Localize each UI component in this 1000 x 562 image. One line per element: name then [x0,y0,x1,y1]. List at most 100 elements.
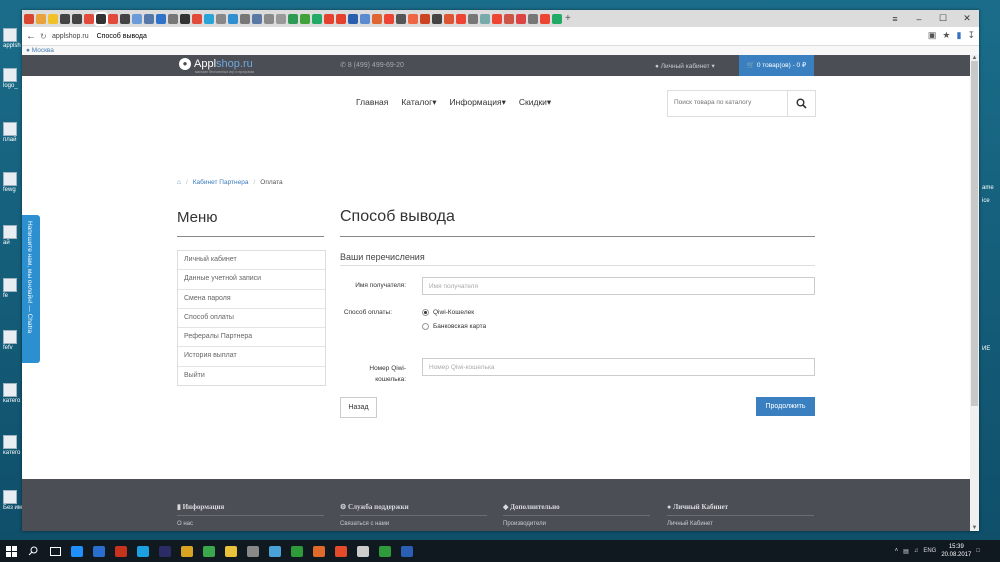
taskbar-app-button[interactable] [154,540,176,562]
wallet-input[interactable]: Номер Qiwi-кошелька [422,358,815,376]
browser-tab-favicon[interactable] [516,13,526,24]
menu-item-account-data[interactable]: Данные учетной записи [178,270,325,290]
geo-label[interactable]: Москва [32,47,54,54]
home-icon[interactable]: ⌂ [177,179,181,186]
desktop-icon[interactable]: ай [3,225,23,247]
taskbar-app-button[interactable] [66,540,88,562]
taskbar-app-button[interactable] [308,540,330,562]
nav-discounts[interactable]: Скидки▾ [519,97,551,108]
taskbar-app-button[interactable] [352,540,374,562]
browser-tab-favicon[interactable] [300,13,310,24]
browser-tab-favicon[interactable] [108,13,118,24]
radio-button[interactable] [422,323,429,330]
taskbar-app-button[interactable] [176,540,198,562]
nav-home[interactable]: Главная [356,97,388,108]
browser-tab-favicon[interactable] [228,13,238,24]
recipient-input[interactable]: Имя получателя [422,277,815,295]
back-button[interactable]: Назад [340,397,377,418]
menu-item-payout-history[interactable]: История выплат [178,347,325,367]
close-button[interactable]: ✕ [955,10,979,27]
browser-tab-favicon[interactable] [396,13,406,24]
browser-tab-favicon[interactable] [240,13,250,24]
browser-tab-favicon[interactable] [84,13,94,24]
taskbar-app-button[interactable] [330,540,352,562]
minimize-button[interactable]: – [907,10,931,27]
desktop-icon[interactable]: fefv [3,330,23,352]
radio-qiwi[interactable]: Qiwi-Кошелек [422,309,474,316]
browser-tab-favicon[interactable] [180,13,190,24]
browser-tab-favicon[interactable] [132,13,142,24]
desktop-icon[interactable]: logo_ [3,68,23,90]
footer-link[interactable]: О нас [177,521,324,527]
browser-tab-favicon[interactable] [504,13,514,24]
bookmark-star-icon[interactable]: ★ [942,30,950,41]
browser-tab-favicon[interactable] [276,13,286,24]
scroll-down-arrow-icon[interactable]: ▼ [971,525,978,531]
browser-tab-favicon[interactable] [480,13,490,24]
menu-item-change-password[interactable]: Смена пароля [178,290,325,309]
search-button[interactable] [787,91,815,116]
radio-bank-card[interactable]: Банковская карта [422,323,486,330]
network-icon[interactable]: ▤ [903,548,909,555]
browser-tab-favicon[interactable] [216,13,226,24]
url-page-title[interactable]: Способ вывода [97,33,147,40]
browser-tab-favicon[interactable] [48,13,58,24]
browser-tab-favicon[interactable] [24,13,34,24]
browser-tab-favicon[interactable] [492,13,502,24]
footer-link[interactable]: Производители [503,521,650,527]
account-menu[interactable]: ● Личный кабинет ▾ [655,62,715,70]
menu-item-payment-method[interactable]: Способ оплаты [178,309,325,329]
browser-tab-favicon[interactable] [540,13,550,24]
page-icon[interactable]: ▣ [928,30,937,41]
nav-info[interactable]: Информация▾ [450,97,506,108]
chat-widget[interactable]: Напишите нам, мы онлайн! — Chatra [22,215,40,363]
menu-item-account[interactable]: Личный кабинет [178,251,325,271]
browser-tab-favicon[interactable] [94,11,108,26]
browser-tab-favicon[interactable] [456,13,466,24]
browser-tab-favicon[interactable] [384,13,394,24]
url-domain[interactable]: applshop.ru [52,33,89,40]
taskbar-app-button[interactable] [220,540,242,562]
breadcrumb-partner[interactable]: Кабинет Партнера [193,179,249,186]
browser-tab-favicon[interactable] [420,13,430,24]
browser-tab-favicon[interactable] [408,13,418,24]
taskbar-app-button[interactable] [88,540,110,562]
search-input[interactable] [668,91,790,114]
scrollbar[interactable]: ▲ ▼ [970,55,979,531]
menu-item-logout[interactable]: Выйти [178,367,325,385]
browser-tab-favicon[interactable] [432,13,442,24]
maximize-button[interactable]: ☐ [931,10,955,27]
browser-tab-favicon[interactable] [312,13,322,24]
browser-tab-favicon[interactable] [36,13,46,24]
volume-icon[interactable]: ♫ [914,548,919,554]
footer-link[interactable]: Связаться с нами [340,521,487,527]
desktop-icon[interactable]: applsh [3,28,23,50]
browser-tab-favicon[interactable] [72,13,82,24]
start-button[interactable] [0,540,22,562]
browser-tab-favicon[interactable] [528,13,538,24]
desktop-icon[interactable]: fewg [3,172,23,194]
phone-number[interactable]: ✆ 8 (499) 499-69-20 [340,61,404,69]
search-taskbar-button[interactable] [22,540,44,562]
browser-tab-favicon[interactable] [168,13,178,24]
browser-tab-favicon[interactable] [360,13,370,24]
desktop-icon[interactable]: катего [3,383,23,405]
taskbar-app-button[interactable] [396,540,418,562]
browser-menu-button[interactable]: ≡ [883,10,907,27]
task-view-button[interactable] [44,540,66,562]
language-indicator[interactable]: ENG [923,548,936,554]
new-tab-plus-icon[interactable]: + [565,13,571,24]
radio-button-selected[interactable] [422,309,429,316]
desktop-icon[interactable]: Без им [3,490,23,512]
browser-tab-favicon[interactable] [264,13,274,24]
browser-tab-favicon[interactable] [144,13,154,24]
footer-link[interactable]: Личный Кабинет [667,521,814,527]
browser-tab-favicon[interactable] [444,13,454,24]
browser-tab-favicon[interactable] [348,13,358,24]
nav-catalog[interactable]: Каталог▾ [401,97,436,108]
reload-icon[interactable]: ↻ [40,32,52,41]
taskbar-app-button[interactable] [264,540,286,562]
browser-tab-favicon[interactable] [372,13,382,24]
taskbar-app-button[interactable] [132,540,154,562]
browser-tab-favicon[interactable] [288,13,298,24]
